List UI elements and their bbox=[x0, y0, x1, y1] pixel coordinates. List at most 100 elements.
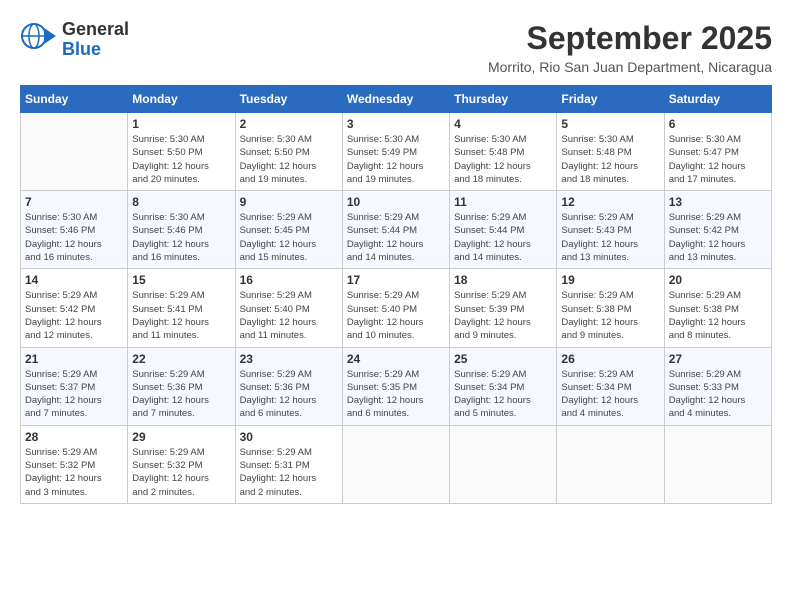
calendar-header-row: SundayMondayTuesdayWednesdayThursdayFrid… bbox=[21, 86, 772, 113]
day-number: 8 bbox=[132, 195, 230, 209]
day-number: 21 bbox=[25, 352, 123, 366]
day-number: 13 bbox=[669, 195, 767, 209]
location: Morrito, Rio San Juan Department, Nicara… bbox=[488, 59, 772, 75]
calendar-cell: 1 Sunrise: 5:30 AMSunset: 5:50 PMDaylight… bbox=[128, 113, 235, 191]
day-info: Sunrise: 5:29 AMSunset: 5:40 PMDaylight:… bbox=[240, 289, 338, 342]
day-info: Sunrise: 5:29 AMSunset: 5:38 PMDaylight:… bbox=[669, 289, 767, 342]
calendar-cell: 29 Sunrise: 5:29 AMSunset: 5:32 PMDayligh… bbox=[128, 425, 235, 503]
calendar-cell: 9Sunrise: 5:29 AMSunset: 5:45 PMDaylight… bbox=[235, 191, 342, 269]
day-number: 1 bbox=[132, 117, 230, 131]
calendar-cell: 5 Sunrise: 5:30 AMSunset: 5:48 PMDaylight… bbox=[557, 113, 664, 191]
day-info: Sunrise: 5:30 AMSunset: 5:47 PMDaylight:… bbox=[669, 133, 767, 186]
day-header-friday: Friday bbox=[557, 86, 664, 113]
day-number: 27 bbox=[669, 352, 767, 366]
day-number: 17 bbox=[347, 273, 445, 287]
day-number: 7 bbox=[25, 195, 123, 209]
day-info: Sunrise: 5:29 AMSunset: 5:44 PMDaylight:… bbox=[347, 211, 445, 264]
day-number: 20 bbox=[669, 273, 767, 287]
calendar-cell: 26Sunrise: 5:29 AMSunset: 5:34 PMDayligh… bbox=[557, 347, 664, 425]
calendar-cell: 12Sunrise: 5:29 AMSunset: 5:43 PMDayligh… bbox=[557, 191, 664, 269]
day-number: 16 bbox=[240, 273, 338, 287]
calendar-cell bbox=[450, 425, 557, 503]
week-row-5: 28 Sunrise: 5:29 AMSunset: 5:32 PMDayligh… bbox=[21, 425, 772, 503]
week-row-1: 1 Sunrise: 5:30 AMSunset: 5:50 PMDaylight… bbox=[21, 113, 772, 191]
day-info: Sunrise: 5:29 AMSunset: 5:36 PMDaylight:… bbox=[240, 368, 338, 421]
page-header: General Blue September 2025 Morrito, Rio… bbox=[20, 20, 772, 75]
day-info: Sunrise: 5:30 AMSunset: 5:46 PMDaylight:… bbox=[25, 211, 123, 264]
day-info: Sunrise: 5:29 AMSunset: 5:31 PMDaylight:… bbox=[240, 446, 338, 499]
day-number: 29 bbox=[132, 430, 230, 444]
day-info: Sunrise: 5:29 AMSunset: 5:34 PMDaylight:… bbox=[561, 368, 659, 421]
week-row-3: 14Sunrise: 5:29 AMSunset: 5:42 PMDayligh… bbox=[21, 269, 772, 347]
calendar-cell: 27Sunrise: 5:29 AMSunset: 5:33 PMDayligh… bbox=[664, 347, 771, 425]
logo-icon bbox=[20, 22, 56, 58]
day-info: Sunrise: 5:29 AMSunset: 5:37 PMDaylight:… bbox=[25, 368, 123, 421]
calendar-cell: 16 Sunrise: 5:29 AMSunset: 5:40 PMDayligh… bbox=[235, 269, 342, 347]
calendar-cell: 13 Sunrise: 5:29 AMSunset: 5:42 PMDayligh… bbox=[664, 191, 771, 269]
week-row-2: 7 Sunrise: 5:30 AMSunset: 5:46 PMDaylight… bbox=[21, 191, 772, 269]
day-info: Sunrise: 5:30 AMSunset: 5:50 PMDaylight:… bbox=[240, 133, 338, 186]
day-header-monday: Monday bbox=[128, 86, 235, 113]
day-number: 15 bbox=[132, 273, 230, 287]
day-number: 25 bbox=[454, 352, 552, 366]
calendar-cell bbox=[342, 425, 449, 503]
day-info: Sunrise: 5:29 AMSunset: 5:32 PMDaylight:… bbox=[25, 446, 123, 499]
calendar-cell: 23 Sunrise: 5:29 AMSunset: 5:36 PMDayligh… bbox=[235, 347, 342, 425]
day-header-thursday: Thursday bbox=[450, 86, 557, 113]
day-number: 28 bbox=[25, 430, 123, 444]
calendar-cell: 19 Sunrise: 5:29 AMSunset: 5:38 PMDayligh… bbox=[557, 269, 664, 347]
day-info: Sunrise: 5:30 AMSunset: 5:46 PMDaylight:… bbox=[132, 211, 230, 264]
calendar-cell: 18Sunrise: 5:29 AMSunset: 5:39 PMDayligh… bbox=[450, 269, 557, 347]
day-number: 22 bbox=[132, 352, 230, 366]
day-number: 14 bbox=[25, 273, 123, 287]
calendar-cell: 30 Sunrise: 5:29 AMSunset: 5:31 PMDayligh… bbox=[235, 425, 342, 503]
day-header-tuesday: Tuesday bbox=[235, 86, 342, 113]
day-header-saturday: Saturday bbox=[664, 86, 771, 113]
calendar-cell: 6 Sunrise: 5:30 AMSunset: 5:47 PMDaylight… bbox=[664, 113, 771, 191]
day-number: 2 bbox=[240, 117, 338, 131]
day-info: Sunrise: 5:30 AMSunset: 5:48 PMDaylight:… bbox=[454, 133, 552, 186]
month-title: September 2025 bbox=[488, 20, 772, 57]
day-number: 5 bbox=[561, 117, 659, 131]
day-info: Sunrise: 5:29 AMSunset: 5:38 PMDaylight:… bbox=[561, 289, 659, 342]
calendar-cell: 3Sunrise: 5:30 AMSunset: 5:49 PMDaylight… bbox=[342, 113, 449, 191]
day-info: Sunrise: 5:30 AMSunset: 5:48 PMDaylight:… bbox=[561, 133, 659, 186]
day-info: Sunrise: 5:30 AMSunset: 5:50 PMDaylight:… bbox=[132, 133, 230, 186]
day-info: Sunrise: 5:29 AMSunset: 5:42 PMDaylight:… bbox=[669, 211, 767, 264]
day-header-sunday: Sunday bbox=[21, 86, 128, 113]
calendar-cell: 11Sunrise: 5:29 AMSunset: 5:44 PMDayligh… bbox=[450, 191, 557, 269]
calendar-cell: 25 Sunrise: 5:29 AMSunset: 5:34 PMDayligh… bbox=[450, 347, 557, 425]
day-number: 24 bbox=[347, 352, 445, 366]
day-info: Sunrise: 5:29 AMSunset: 5:39 PMDaylight:… bbox=[454, 289, 552, 342]
calendar-cell: 22 Sunrise: 5:29 AMSunset: 5:36 PMDayligh… bbox=[128, 347, 235, 425]
calendar-cell: 8 Sunrise: 5:30 AMSunset: 5:46 PMDaylight… bbox=[128, 191, 235, 269]
calendar-cell: 4 Sunrise: 5:30 AMSunset: 5:48 PMDaylight… bbox=[450, 113, 557, 191]
calendar-cell: 15 Sunrise: 5:29 AMSunset: 5:41 PMDayligh… bbox=[128, 269, 235, 347]
day-number: 9 bbox=[240, 195, 338, 209]
calendar-table: SundayMondayTuesdayWednesdayThursdayFrid… bbox=[20, 85, 772, 504]
calendar-cell: 28 Sunrise: 5:29 AMSunset: 5:32 PMDayligh… bbox=[21, 425, 128, 503]
day-info: Sunrise: 5:29 AMSunset: 5:35 PMDaylight:… bbox=[347, 368, 445, 421]
calendar-cell: 20 Sunrise: 5:29 AMSunset: 5:38 PMDayligh… bbox=[664, 269, 771, 347]
calendar-cell: 10 Sunrise: 5:29 AMSunset: 5:44 PMDayligh… bbox=[342, 191, 449, 269]
day-info: Sunrise: 5:29 AMSunset: 5:41 PMDaylight:… bbox=[132, 289, 230, 342]
day-number: 19 bbox=[561, 273, 659, 287]
day-info: Sunrise: 5:29 AMSunset: 5:32 PMDaylight:… bbox=[132, 446, 230, 499]
title-block: September 2025 Morrito, Rio San Juan Dep… bbox=[488, 20, 772, 75]
logo: General Blue bbox=[20, 20, 129, 60]
day-info: Sunrise: 5:30 AMSunset: 5:49 PMDaylight:… bbox=[347, 133, 445, 186]
day-number: 6 bbox=[669, 117, 767, 131]
day-info: Sunrise: 5:29 AMSunset: 5:43 PMDaylight:… bbox=[561, 211, 659, 264]
day-info: Sunrise: 5:29 AMSunset: 5:34 PMDaylight:… bbox=[454, 368, 552, 421]
week-row-4: 21 Sunrise: 5:29 AMSunset: 5:37 PMDayligh… bbox=[21, 347, 772, 425]
day-number: 10 bbox=[347, 195, 445, 209]
day-info: Sunrise: 5:29 AMSunset: 5:44 PMDaylight:… bbox=[454, 211, 552, 264]
calendar-cell: 7 Sunrise: 5:30 AMSunset: 5:46 PMDaylight… bbox=[21, 191, 128, 269]
day-info: Sunrise: 5:29 AMSunset: 5:36 PMDaylight:… bbox=[132, 368, 230, 421]
calendar-cell bbox=[557, 425, 664, 503]
day-number: 30 bbox=[240, 430, 338, 444]
calendar-cell bbox=[664, 425, 771, 503]
day-number: 23 bbox=[240, 352, 338, 366]
calendar-cell: 2 Sunrise: 5:30 AMSunset: 5:50 PMDaylight… bbox=[235, 113, 342, 191]
day-number: 4 bbox=[454, 117, 552, 131]
